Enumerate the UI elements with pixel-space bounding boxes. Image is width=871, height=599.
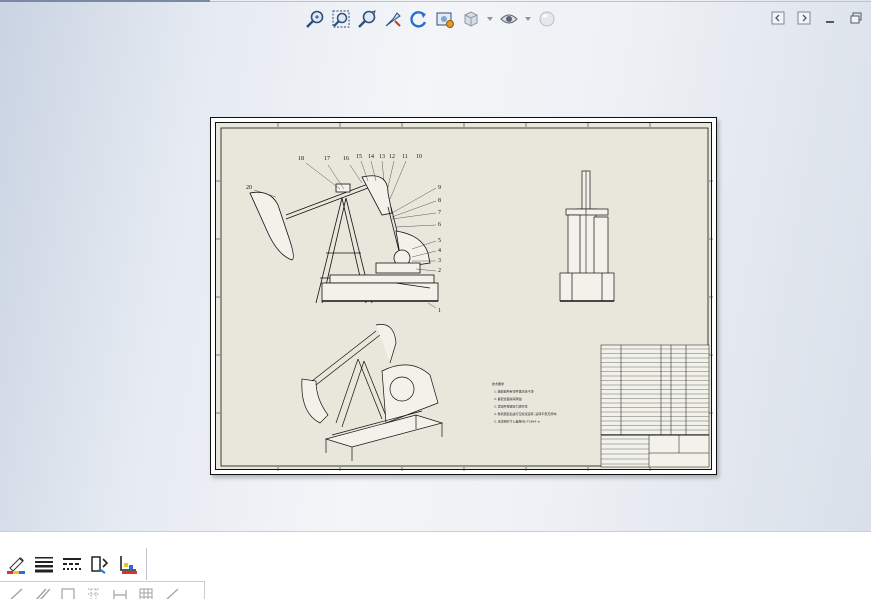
line-style-icon[interactable] (60, 552, 84, 576)
tile-left-icon[interactable] (769, 10, 787, 26)
command-manager (0, 531, 871, 599)
window-controls (769, 10, 865, 26)
title-block (600, 344, 710, 468)
tab-underline (0, 0, 210, 2)
hide-show-icon[interactable] (497, 8, 521, 30)
tech-req-line: 2.各配合面涂润滑油 (494, 396, 522, 401)
technical-requirements: 技术要求 1.装配前所有零件需清洗干净 2.各配合面涂润滑油 3.紧固件按规定力矩拧紧… (492, 381, 556, 424)
tech-req-line: 3.紧固件按规定力矩拧紧 (494, 404, 528, 409)
drawing-views: 技术要求 1.装配前所有零件需清洗干净 2.各配合面涂润滑油 3.紧固件按规定力矩拧紧… (216, 123, 713, 471)
toolbar-separator (146, 548, 147, 580)
heads-up-view-toolbar (303, 7, 559, 31)
view-orientation-icon[interactable] (459, 8, 483, 30)
zoom-to-fit-icon[interactable] (303, 8, 327, 30)
isometric-view (301, 324, 444, 461)
tech-req-line: 4.整机装配后进行空载试运转,运转平稳无异响 (494, 411, 556, 416)
restore-icon[interactable] (847, 10, 865, 26)
side-view (559, 170, 615, 302)
angle-icon[interactable] (162, 586, 182, 599)
view-orientation-dropdown-icon[interactable] (485, 8, 495, 30)
zoom-in-out-icon[interactable] (355, 8, 379, 30)
parallel-line-icon[interactable] (32, 586, 52, 599)
graphics-area[interactable]: 技术要求 1.装配前所有零件需清洗干净 2.各配合面涂润滑油 3.紧固件按规定力矩拧紧… (0, 0, 871, 531)
line-format-toolbar (4, 550, 140, 578)
rotate-view-icon[interactable] (407, 8, 431, 30)
tech-req-line: 技术要求 (492, 381, 504, 386)
tile-right-icon[interactable] (795, 10, 813, 26)
tech-req-line: 1.装配前所有零件需清洗干净 (494, 389, 534, 394)
minimize-icon[interactable] (821, 10, 839, 26)
appearance-icon[interactable] (535, 8, 559, 30)
viewport-top-border (210, 1, 871, 2)
grid-icon[interactable] (84, 586, 104, 599)
zoom-to-area-icon[interactable] (329, 8, 353, 30)
color-display-mode-icon[interactable] (116, 552, 140, 576)
hide-show-edges-icon[interactable] (88, 552, 112, 576)
display-style-icon[interactable] (433, 8, 457, 30)
front-view (249, 175, 439, 304)
table-icon[interactable] (136, 586, 156, 599)
hide-show-dropdown-icon[interactable] (523, 8, 533, 30)
dimension-icon[interactable] (110, 586, 130, 599)
line-thickness-icon[interactable] (32, 552, 56, 576)
sketch-line-icon[interactable] (6, 586, 26, 599)
corner-rectangle-icon[interactable] (58, 586, 78, 599)
select-icon[interactable] (381, 8, 405, 30)
line-color-icon[interactable] (4, 552, 28, 576)
drawing-sheet[interactable]: 技术要求 1.装配前所有零件需清洗干净 2.各配合面涂润滑油 3.紧固件按规定力矩拧紧… (210, 117, 717, 475)
tech-req-line: 5.未注明尺寸公差按GB/T1804-m (494, 419, 540, 424)
sheet-border: 技术要求 1.装配前所有零件需清洗干净 2.各配合面涂润滑油 3.紧固件按规定力矩拧紧… (215, 122, 713, 471)
sketch-toolbar (6, 586, 182, 599)
